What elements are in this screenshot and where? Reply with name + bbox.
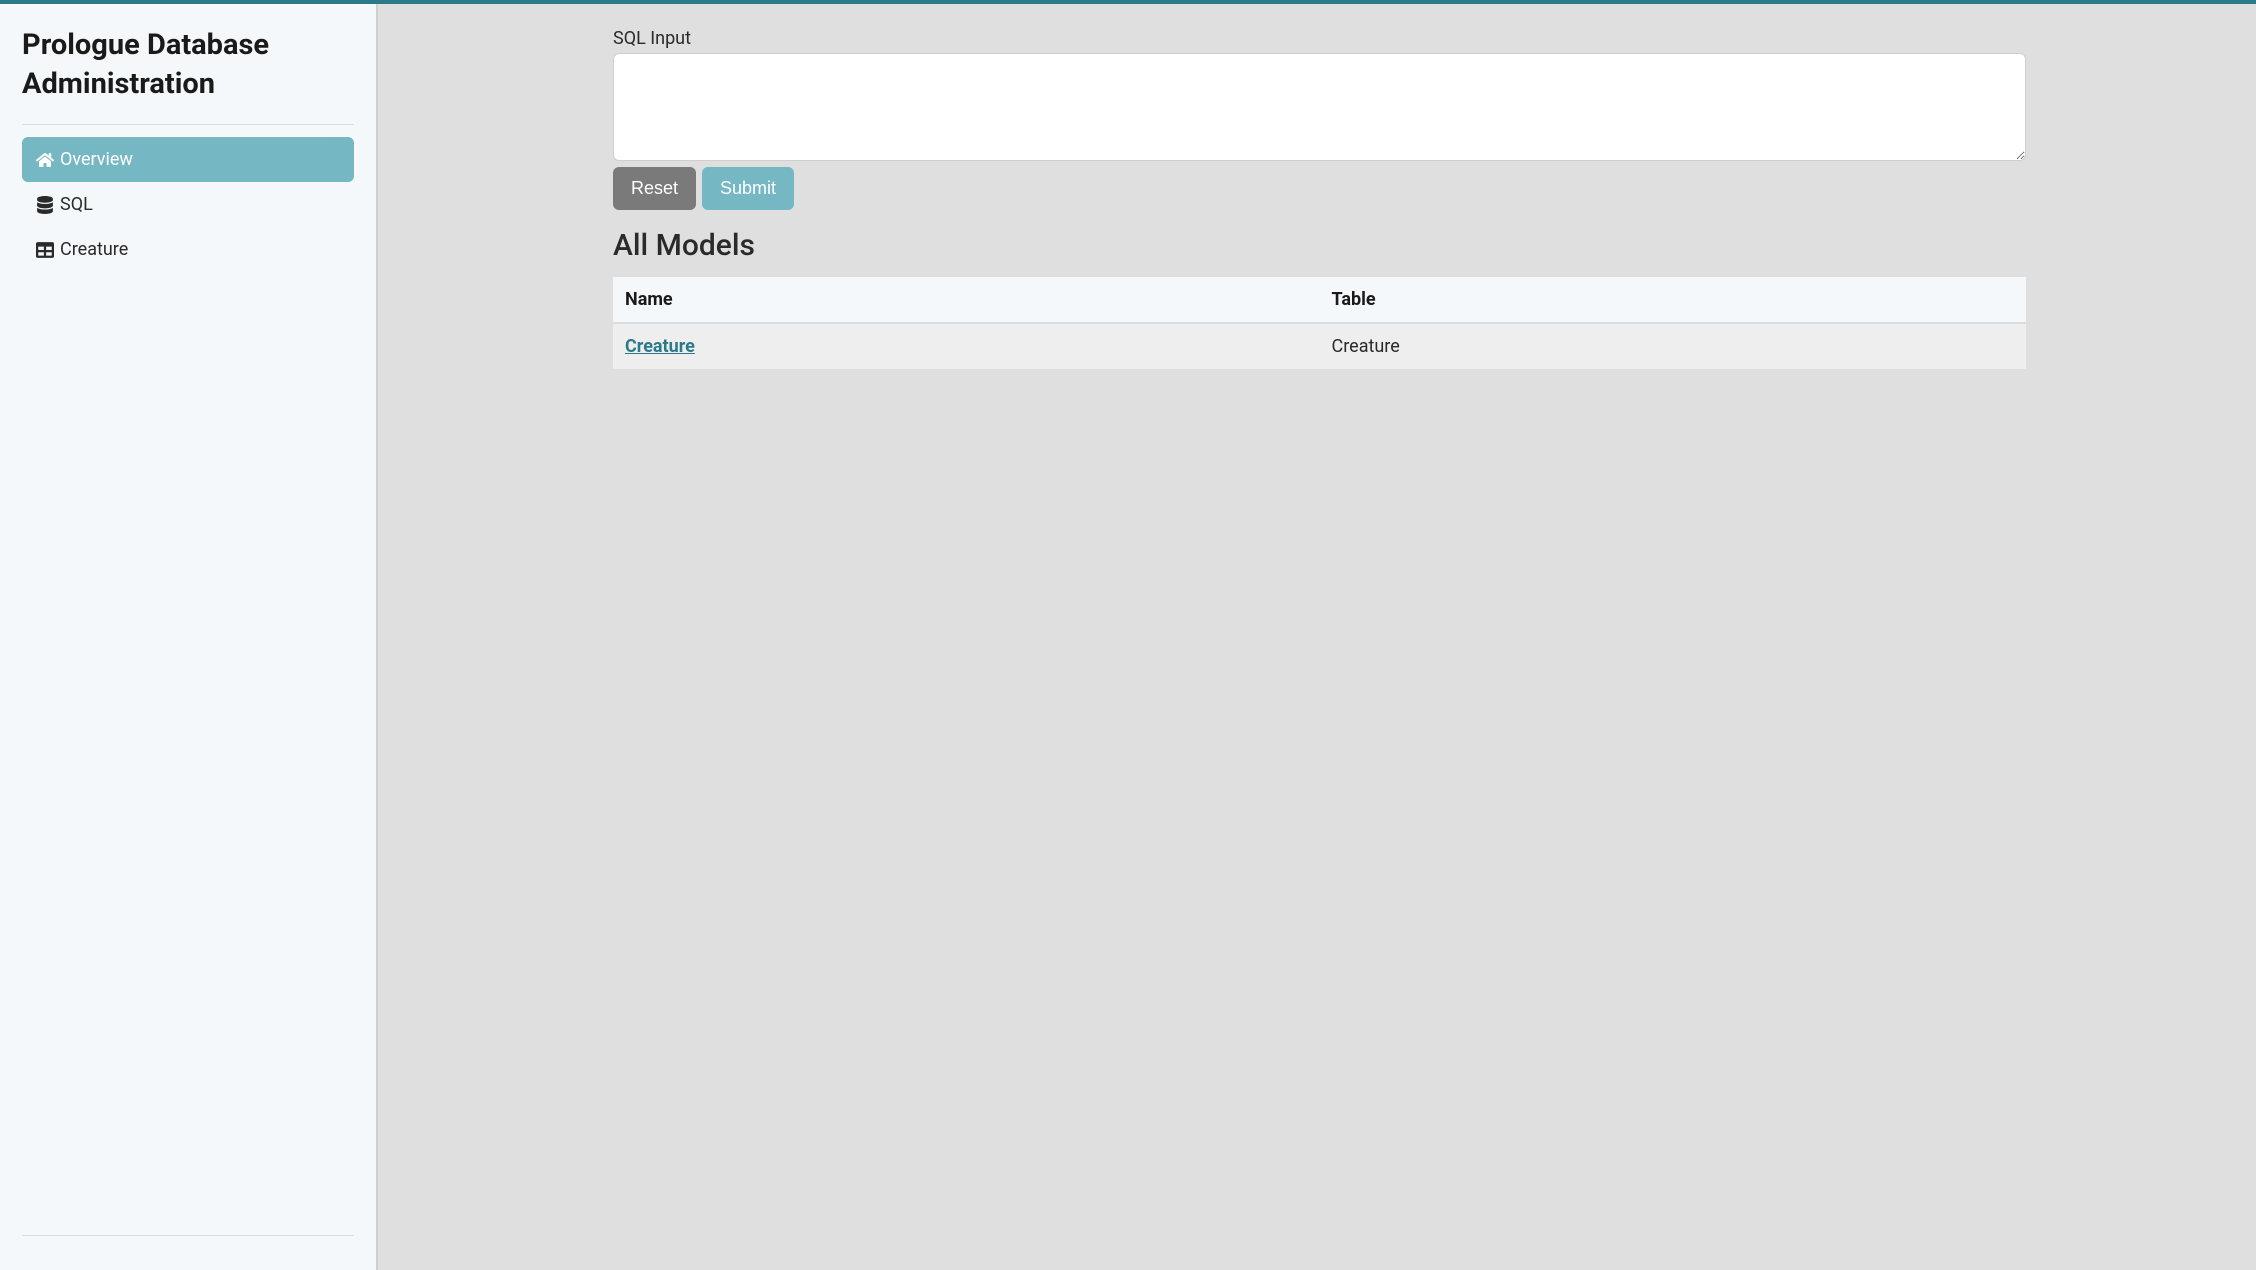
sql-input[interactable] [613,53,2026,161]
reset-button[interactable]: Reset [613,167,696,210]
database-icon [36,196,54,214]
table-cell-name: Creature [613,323,1320,369]
sidebar-item-sql[interactable]: SQL [22,182,354,227]
sidebar-nav: Overview SQL Creature [22,137,354,272]
sql-input-label: SQL Input [613,28,2026,49]
table-header-table: Table [1320,277,2027,323]
sidebar-item-label: Creature [60,239,128,260]
section-title-all-models: All Models [613,228,2026,263]
sql-button-row: Reset Submit [613,167,2026,210]
table-row: Creature Creature [613,323,2026,369]
app-layout: Prologue Database Administration Overvie… [0,4,2256,1270]
table-header-row: Name Table [613,277,2026,323]
sidebar-divider-bottom [22,1235,354,1236]
sidebar-item-overview[interactable]: Overview [22,137,354,182]
models-table: Name Table Creature Creature [613,277,2026,369]
sidebar-divider-top [22,124,354,125]
sidebar: Prologue Database Administration Overvie… [0,4,378,1270]
table-header-name: Name [613,277,1320,323]
main-content: SQL Input Reset Submit All Models Name T… [378,4,2256,1270]
submit-button[interactable]: Submit [702,167,794,210]
sidebar-item-label: Overview [60,149,133,170]
sidebar-item-creature[interactable]: Creature [22,227,354,272]
sidebar-item-label: SQL [60,194,93,215]
table-icon [36,241,54,259]
model-link-creature[interactable]: Creature [625,336,695,357]
table-cell-table: Creature [1320,323,2027,369]
home-icon [36,151,54,169]
app-title: Prologue Database Administration [22,26,354,104]
